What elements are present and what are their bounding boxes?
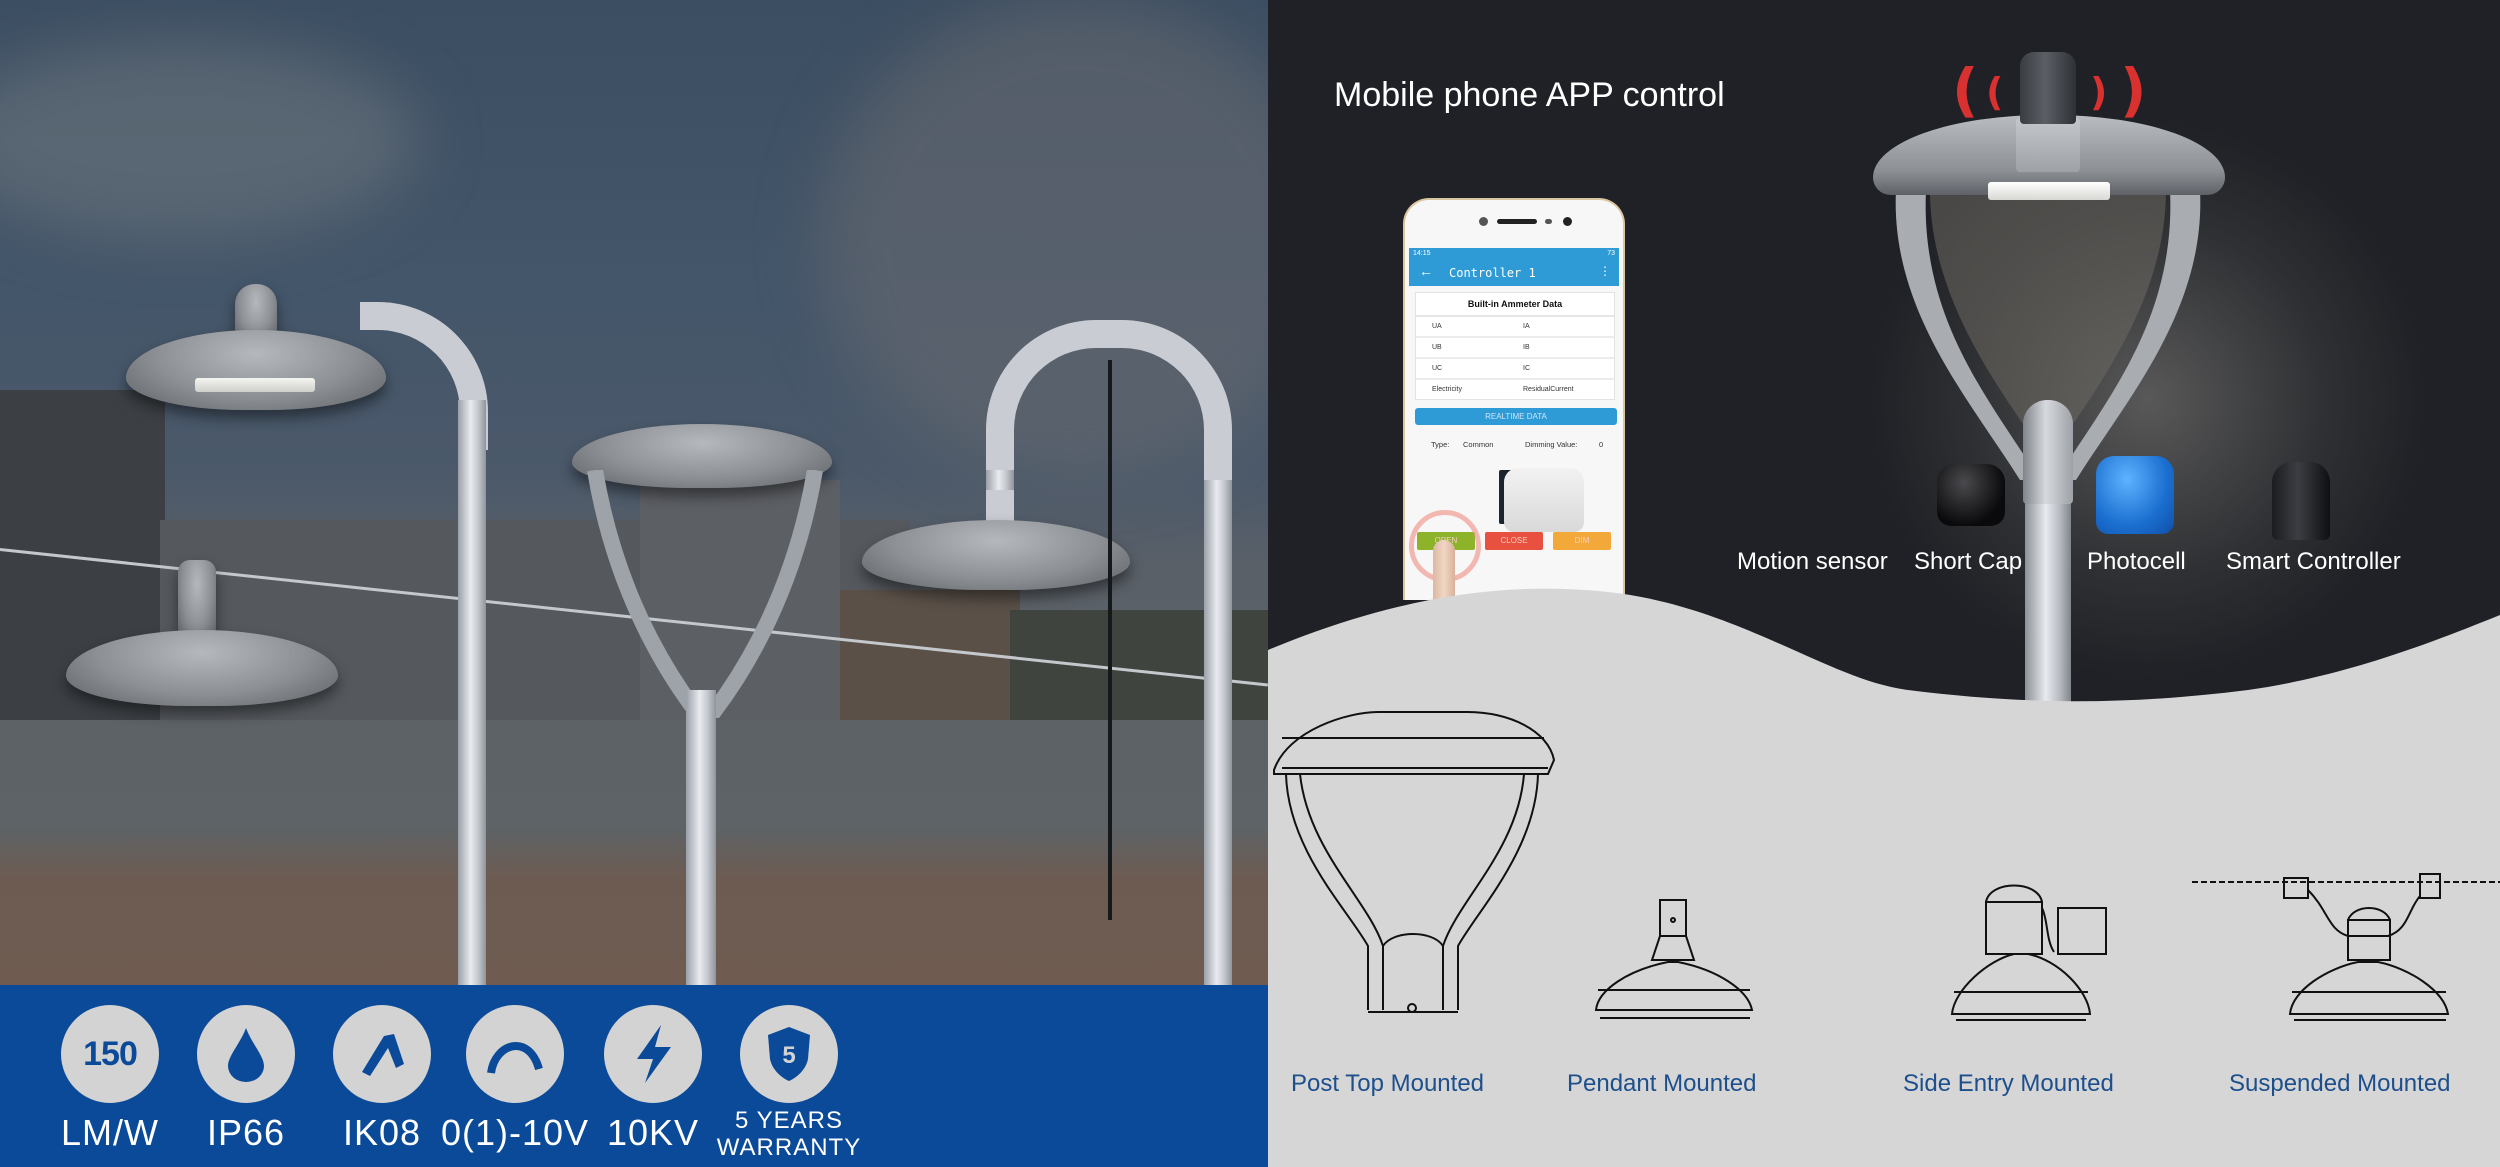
lamp-pole [686, 690, 716, 985]
hammer-icon [333, 1005, 431, 1103]
warranty-years: 5 YEARS [735, 1107, 843, 1134]
spec-label: 5 YEARS WARRANTY [694, 1107, 884, 1161]
post-top-drawing [1273, 711, 1556, 1013]
mount-label-pendant: Pendant Mounted [1567, 1070, 1757, 1097]
product-photo-scene [0, 0, 1268, 985]
lamp-pole [1204, 480, 1232, 985]
dimming-arc-icon [466, 1005, 564, 1103]
side-entry-drawing [1950, 884, 2107, 1021]
mount-label-side-entry: Side Entry Mounted [1903, 1070, 2114, 1097]
smart-controller-icon [2272, 462, 2330, 540]
photocell-icon [2096, 456, 2174, 534]
efficacy-value: 150 [83, 1034, 138, 1073]
cloud [0, 40, 420, 240]
short-cap-icon [1937, 464, 2005, 526]
lamp-pole [458, 400, 486, 985]
accessory-label-photocell: Photocell [2087, 548, 2186, 575]
mount-label-suspended: Suspended Mounted [2229, 1070, 2451, 1097]
ground-plaza [0, 720, 1268, 985]
background-street-light [1108, 360, 1112, 920]
efficacy-150-icon: 150 [61, 1005, 159, 1103]
side-entry-lamp [126, 330, 386, 410]
suspended-drawing [2192, 873, 2500, 1021]
accessory-label-smart-controller: Smart Controller [2226, 548, 2401, 575]
led-module [195, 378, 315, 392]
svg-text:5: 5 [782, 1042, 795, 1069]
water-drop-icon [197, 1005, 295, 1103]
mounting-drawings [1273, 711, 2500, 1021]
building [840, 590, 1020, 740]
pendant-drawing [1594, 899, 1754, 1019]
post-top-arms [587, 470, 823, 718]
suspension-bracket [178, 560, 216, 640]
motion-sensor-icon [1504, 468, 1584, 532]
mount-label-post-top: Post Top Mounted [1291, 1070, 1485, 1097]
lightning-icon [604, 1005, 702, 1103]
accessory-label-motion-sensor: Motion sensor [1737, 548, 1888, 575]
pendant-arm [986, 470, 1014, 490]
spec-bar: 150 LM/W IP66 IK08 0(1)-10V 10KV 5 5 YEA… [0, 985, 1268, 1167]
warranty-shield-icon: 5 [740, 1005, 838, 1103]
warranty-word: WARRANTY [716, 1134, 862, 1161]
accessory-label-short-cap: Short Cap [1914, 548, 2023, 575]
